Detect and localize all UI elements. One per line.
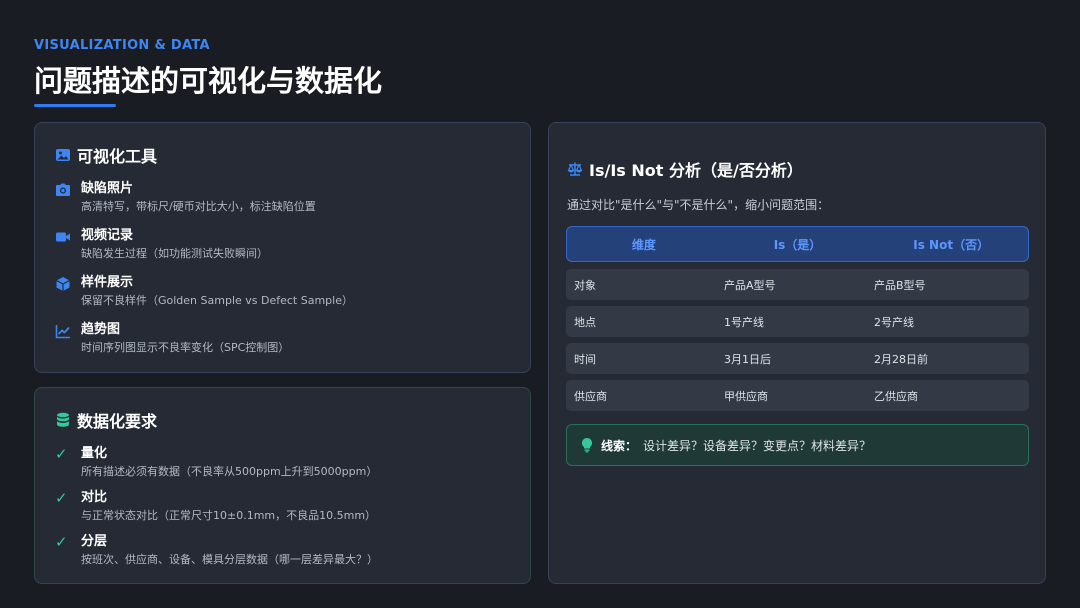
title-underline — [34, 104, 116, 107]
column-header-is: Is（是） — [773, 237, 822, 252]
column-header-dimension: 维度 — [631, 237, 656, 252]
table-cell: 供应商 — [574, 389, 607, 403]
requirement-title: 对比 — [81, 490, 108, 505]
trend-chart-icon — [55, 323, 71, 339]
tool-item-trend: 趋势图 时间序列图显示不良率变化（SPC控制图） — [55, 322, 289, 356]
lightbulb-icon — [579, 437, 595, 453]
column-header-is-not: Is Not（否） — [913, 237, 990, 252]
tools-card-title: 可视化工具 — [77, 147, 158, 166]
table-cell: 地点 — [574, 315, 596, 329]
check-icon: ✓ — [55, 445, 68, 463]
table-row: 地点 1号产线 2号产线 — [566, 306, 1029, 337]
tool-desc: 高清特写，带标尺/硬币对比大小，标注缺陷位置 — [81, 200, 316, 213]
tool-title: 趋势图 — [81, 322, 121, 337]
table-cell: 对象 — [574, 278, 596, 292]
scale-icon — [567, 161, 583, 177]
table-row: 时间 3月1日后 2月28日前 — [566, 343, 1029, 374]
requirement-desc: 与正常状态对比（正常尺寸10±0.1mm，不良品10.5mm） — [81, 509, 377, 522]
data-card-header: 数据化要求 — [55, 408, 157, 432]
camera-icon — [55, 182, 71, 198]
requirement-title: 分层 — [81, 534, 108, 549]
isnot-card-title: Is/Is Not 分析（是/否分析） — [589, 161, 803, 180]
tool-desc: 保留不良样件（Golden Sample vs Defect Sample） — [81, 294, 353, 307]
check-icon: ✓ — [55, 533, 68, 551]
tools-card-header: 可视化工具 — [55, 143, 157, 167]
data-card-title: 数据化要求 — [77, 412, 158, 431]
visualization-tools-card: 可视化工具 缺陷照片 高清特写，带标尺/硬币对比大小，标注缺陷位置 视频记录 缺… — [34, 122, 531, 373]
tool-desc: 时间序列图显示不良率变化（SPC控制图） — [81, 341, 290, 354]
cube-icon — [55, 276, 71, 292]
table-cell: 1号产线 — [724, 315, 764, 329]
tool-title: 视频记录 — [81, 228, 134, 243]
isnot-card-header: Is/Is Not 分析（是/否分析） — [567, 157, 803, 181]
table-cell: 2月28日前 — [874, 352, 928, 366]
table-cell: 时间 — [574, 352, 596, 366]
clue-label: 线索： — [601, 438, 638, 453]
requirement-title: 量化 — [81, 446, 108, 461]
data-requirements-card: 数据化要求 ✓ 量化 所有描述必须有数据（不良率从500ppm上升到5000pp… — [34, 387, 531, 584]
image-icon — [55, 147, 71, 163]
slide: VISUALIZATION & DATA 问题描述的可视化与数据化 可视化工具 … — [0, 0, 1080, 608]
tool-item-video: 视频记录 缺陷发生过程（如功能测试失败瞬间） — [55, 228, 268, 262]
table-cell: 2号产线 — [874, 315, 914, 329]
tool-title: 缺陷照片 — [81, 181, 134, 196]
table-row: 供应商 甲供应商 乙供应商 — [566, 380, 1029, 411]
requirement-desc: 所有描述必须有数据（不良率从500ppm上升到5000ppm） — [81, 465, 378, 478]
clue-box: 线索： 设计差异？设备差异？变更点？材料差异？ — [566, 424, 1029, 466]
video-icon — [55, 229, 71, 245]
database-icon — [55, 412, 71, 428]
tool-desc: 缺陷发生过程（如功能测试失败瞬间） — [81, 247, 268, 260]
isnot-intro: 通过对比"是什么"与"不是什么"，缩小问题范围： — [567, 198, 830, 212]
tool-item-photo: 缺陷照片 高清特写，带标尺/硬币对比大小，标注缺陷位置 — [55, 181, 316, 215]
table-cell: 甲供应商 — [724, 389, 768, 403]
table-cell: 3月1日后 — [724, 352, 771, 366]
requirement-item-stratify: ✓ 分层 按班次、供应商、设备、模具分层数据（哪一层差异最大？） — [55, 534, 378, 568]
table-header: 维度 Is（是） Is Not（否） — [566, 226, 1029, 262]
table-cell: 乙供应商 — [874, 389, 918, 403]
is-is-not-card: Is/Is Not 分析（是/否分析） 通过对比"是什么"与"不是什么"，缩小问… — [548, 122, 1046, 584]
eyebrow-label: VISUALIZATION & DATA — [34, 38, 210, 53]
table-cell: 产品A型号 — [724, 278, 776, 292]
requirement-item-compare: ✓ 对比 与正常状态对比（正常尺寸10±0.1mm，不良品10.5mm） — [55, 490, 376, 524]
page-title: 问题描述的可视化与数据化 — [34, 64, 383, 98]
tool-title: 样件展示 — [81, 275, 134, 290]
clue-text: 设计差异？设备差异？变更点？材料差异？ — [643, 438, 872, 453]
table-cell: 产品B型号 — [874, 278, 926, 292]
check-icon: ✓ — [55, 489, 68, 507]
requirement-desc: 按班次、供应商、设备、模具分层数据（哪一层差异最大？） — [81, 553, 378, 566]
requirement-item-quantify: ✓ 量化 所有描述必须有数据（不良率从500ppm上升到5000ppm） — [55, 446, 377, 480]
tool-item-sample: 样件展示 保留不良样件（Golden Sample vs Defect Samp… — [55, 275, 353, 309]
table-row: 对象 产品A型号 产品B型号 — [566, 269, 1029, 300]
